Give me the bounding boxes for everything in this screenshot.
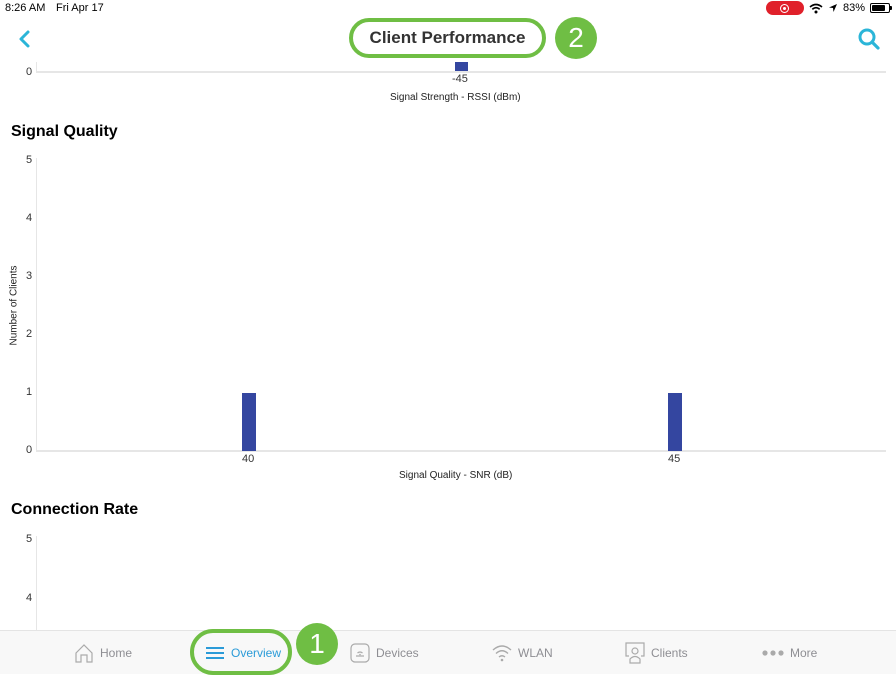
callout-badge-2: 2 — [555, 17, 597, 59]
y-tick: 0 — [26, 66, 33, 78]
y-axis — [36, 158, 37, 452]
tab-home[interactable]: Home — [74, 631, 132, 675]
tab-label: WLAN — [518, 646, 553, 660]
search-icon — [858, 28, 880, 50]
location-arrow-icon — [828, 4, 837, 12]
tab-bar: Home Overview 1 Devices WLAN Clients Mor… — [0, 623, 896, 675]
status-bar: 8:26 AM Fri Apr 17 83% — [0, 0, 896, 18]
status-icons: 83% — [765, 1, 892, 15]
x-tick: 45 — [668, 453, 681, 465]
signal-quality-chart: Number of Clients Signal Quality - SNR (… — [0, 150, 896, 490]
bar-snr-40 — [242, 393, 256, 451]
y-tick: 2 — [26, 328, 33, 340]
callout-badge-1: 1 — [296, 623, 338, 665]
tab-more[interactable]: More — [762, 631, 817, 675]
y-tick: 0 — [26, 444, 33, 456]
y-tick: 3 — [26, 270, 33, 282]
more-dots-icon — [762, 650, 784, 656]
tab-clients[interactable]: Clients — [625, 631, 688, 675]
x-tick: 40 — [242, 453, 255, 465]
x-tick: -45 — [452, 73, 468, 85]
connection-rate-chart: 5 4 — [0, 528, 896, 630]
signal-strength-chart: 0 -45 Signal Strength - RSSI (dBm) — [0, 62, 896, 112]
tab-devices[interactable]: Devices — [350, 631, 419, 675]
search-button[interactable] — [856, 26, 882, 52]
page-title: Client Performance — [349, 18, 546, 58]
y-axis — [36, 536, 37, 630]
tab-overview[interactable]: Overview — [205, 631, 281, 675]
wifi-icon — [809, 3, 823, 13]
navigation-bar: Client Performance 2 — [0, 17, 896, 62]
x-axis-label: Signal Strength - RSSI (dBm) — [390, 92, 521, 103]
battery-icon — [870, 3, 892, 13]
home-icon — [75, 644, 93, 663]
tab-label: Home — [100, 646, 133, 660]
bar-snr-45 — [668, 393, 682, 451]
wifi-icon — [492, 645, 512, 662]
clients-icon — [625, 642, 645, 664]
y-tick: 4 — [26, 592, 33, 604]
menu-lines-icon — [206, 647, 224, 659]
tab-wlan[interactable]: WLAN — [492, 631, 553, 675]
y-axis-label: Number of Clients — [8, 265, 20, 346]
y-tick: 5 — [26, 154, 33, 166]
screen-recording-icon — [765, 1, 804, 15]
device-icon — [350, 643, 370, 663]
tab-label: Overview — [231, 646, 282, 660]
back-button[interactable] — [14, 28, 36, 50]
bar-rssi--45 — [455, 62, 468, 71]
y-tick: 4 — [26, 212, 33, 224]
chevron-left-icon — [19, 30, 30, 48]
status-time: 8:26 AM — [5, 2, 46, 14]
section-title-connection-rate: Connection Rate — [11, 501, 139, 518]
tab-label: Devices — [376, 646, 419, 660]
y-tick: 5 — [26, 533, 33, 545]
x-axis-label: Signal Quality - SNR (dB) — [399, 470, 513, 481]
tab-label: Clients — [651, 646, 688, 660]
status-date: Fri Apr 17 — [56, 2, 104, 14]
section-title-signal-quality: Signal Quality — [11, 123, 118, 140]
x-axis — [36, 450, 886, 452]
tab-label: More — [790, 646, 818, 660]
y-tick: 1 — [26, 386, 33, 398]
battery-percent: 83% — [842, 2, 865, 14]
